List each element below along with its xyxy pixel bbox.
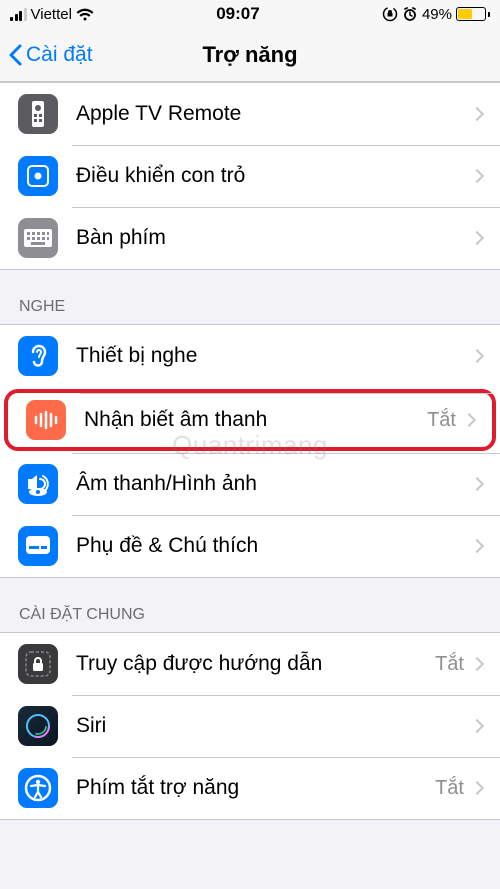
status-time: 09:07 [216,4,259,24]
row-label: Âm thanh/Hình ảnh [76,472,472,496]
row-label: Bàn phím [76,226,472,250]
status-bar: Viettel 09:07 49% [0,0,500,28]
wifi-icon [76,8,94,21]
section-header-general: CÀI ĐẶT CHUNG [0,578,500,632]
chevron-right-icon [470,657,484,671]
settings-list: Apple TV Remote Điều khiển con trỏ Bàn p… [0,82,500,820]
row-detail: Tắt [435,653,464,676]
status-left: Viettel [10,6,94,23]
nav-bar: Cài đặt Trợ năng [0,28,500,82]
back-button[interactable]: Cài đặt [0,43,93,67]
row-label: Siri [76,714,472,738]
back-label: Cài đặt [26,43,93,67]
row-detail: Tắt [435,777,464,800]
row-label: Phím tắt trợ năng [76,776,435,800]
pointer-icon [18,156,58,196]
row-keyboards[interactable]: Bàn phím [0,207,500,269]
row-audio-visual[interactable]: Âm thanh/Hình ảnh [0,453,500,515]
row-guided-access[interactable]: Truy cập được hướng dẫn Tắt [0,633,500,695]
row-accessibility-shortcut[interactable]: Phím tắt trợ năng Tắt [0,757,500,819]
section-header-hearing: NGHE [0,270,500,324]
speaker-eye-icon [18,464,58,504]
soundwave-icon [26,400,66,440]
row-apple-tv-remote[interactable]: Apple TV Remote [0,83,500,145]
caption-icon [18,526,58,566]
chevron-right-icon [470,349,484,363]
row-label: Phụ đề & Chú thích [76,534,472,558]
chevron-right-icon [470,781,484,795]
battery-percent: 49% [422,6,452,23]
chevron-right-icon [470,169,484,183]
alarm-icon [402,6,418,22]
siri-icon [18,706,58,746]
battery-icon [456,7,490,21]
signal-icon [10,8,27,21]
row-pointer-control[interactable]: Điều khiển con trỏ [0,145,500,207]
status-right: 49% [382,6,490,23]
guided-access-icon [18,644,58,684]
row-sound-recognition[interactable]: Nhận biết âm thanh Tắt [4,389,496,451]
chevron-right-icon [470,477,484,491]
row-label: Nhận biết âm thanh [84,408,427,432]
chevron-right-icon [470,107,484,121]
keyboard-icon [18,218,58,258]
chevron-right-icon [470,231,484,245]
row-siri[interactable]: Siri [0,695,500,757]
row-detail: Tắt [427,409,456,432]
chevron-right-icon [470,719,484,733]
row-subtitles-captioning[interactable]: Phụ đề & Chú thích [0,515,500,577]
ear-icon [18,336,58,376]
row-hearing-devices[interactable]: Thiết bị nghe [0,325,500,387]
chevron-left-icon [8,44,22,66]
orientation-lock-icon [382,6,398,22]
carrier-label: Viettel [31,6,72,23]
remote-icon [18,94,58,134]
chevron-right-icon [462,413,476,427]
row-label: Truy cập được hướng dẫn [76,652,435,676]
group-physical-motor: Apple TV Remote Điều khiển con trỏ Bàn p… [0,82,500,270]
group-hearing: Thiết bị nghe Nhận biết âm thanh Tắt Âm … [0,324,500,578]
chevron-right-icon [470,539,484,553]
row-label: Apple TV Remote [76,102,472,126]
accessibility-icon [18,768,58,808]
row-label: Điều khiển con trỏ [76,164,472,188]
group-general: Truy cập được hướng dẫn Tắt Siri Phím tắ… [0,632,500,820]
row-label: Thiết bị nghe [76,344,472,368]
